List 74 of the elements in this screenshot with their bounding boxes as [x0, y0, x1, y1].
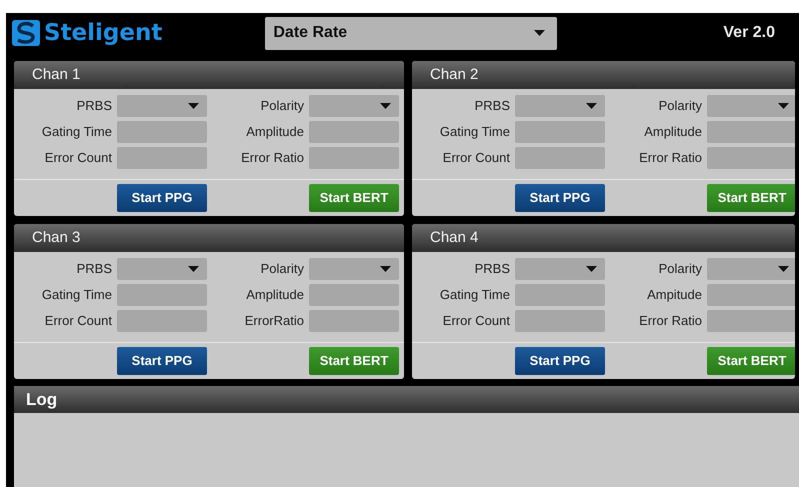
field-label: Amplitude [245, 123, 304, 142]
dropdown-field[interactable] [117, 95, 207, 117]
brand-name: Steligent [44, 18, 162, 48]
input-field[interactable] [707, 310, 795, 332]
input-field[interactable] [309, 147, 399, 169]
input-field[interactable] [117, 147, 207, 169]
start-bert-button[interactable]: Start BERT [707, 347, 795, 375]
field-label: ErrorRatio [244, 312, 304, 330]
field-label: Error Count [44, 149, 112, 168]
field-label: Polarity [658, 97, 702, 116]
field-label: Error Count [442, 312, 510, 330]
logo-icon [12, 20, 40, 46]
field-label: Error Ratio [240, 149, 304, 168]
field-label: PRBS [474, 260, 510, 278]
caret-icon [188, 266, 199, 272]
dropdown-field[interactable] [117, 258, 207, 280]
input-field[interactable] [707, 147, 795, 169]
field-label: PRBS [76, 260, 112, 278]
input-field[interactable] [309, 284, 399, 306]
input-field[interactable] [707, 284, 795, 306]
field-label: Amplitude [245, 286, 304, 304]
dropdown-field[interactable] [707, 258, 795, 280]
caret-icon [778, 266, 789, 272]
input-field[interactable] [707, 121, 795, 143]
caret-icon [534, 30, 546, 36]
field-label: Gating Time [438, 286, 510, 304]
field-label: Polarity [260, 97, 304, 116]
start-bert-button[interactable]: Start BERT [707, 184, 795, 212]
input-field[interactable] [515, 310, 605, 332]
field-label: Error Count [44, 312, 112, 330]
start-ppg-button[interactable]: Start PPG [117, 184, 207, 212]
start-ppg-button[interactable]: Start PPG [515, 184, 605, 212]
start-ppg-button[interactable]: Start PPG [515, 347, 605, 375]
field-label: Error Count [442, 149, 510, 168]
input-field[interactable] [515, 121, 605, 143]
field-label: Gating Time [40, 123, 112, 142]
version-label: Ver 2.0 [723, 23, 775, 43]
input-field[interactable] [117, 284, 207, 306]
caret-icon [586, 103, 597, 109]
input-field[interactable] [515, 147, 605, 169]
dropdown-field[interactable] [309, 258, 399, 280]
field-label: Amplitude [643, 123, 702, 142]
field-label: Polarity [260, 260, 304, 278]
panel-title: Chan 1 [32, 64, 80, 85]
field-label: Ampitude [646, 286, 702, 304]
field-label: PRBS [474, 97, 510, 116]
start-bert-button[interactable]: Start BERT [309, 184, 399, 212]
caret-icon [380, 266, 391, 272]
dropdown-field[interactable] [515, 258, 605, 280]
input-field[interactable] [309, 121, 399, 143]
start-bert-button[interactable]: Start BERT [309, 347, 399, 375]
field-label: Gating Time [438, 123, 510, 142]
data-rate-dropdown[interactable]: Date Rate [265, 16, 558, 50]
field-label: Polarity [658, 260, 702, 278]
panel-title: Chan 4 [430, 228, 478, 248]
field-label: Gating Time [40, 286, 112, 304]
field-label: PRBS [76, 97, 112, 116]
dropdown-field[interactable] [309, 95, 399, 117]
dropdown-field[interactable] [707, 95, 795, 117]
caret-icon [778, 103, 789, 109]
input-field[interactable] [117, 310, 207, 332]
caret-icon [586, 266, 597, 272]
dropdown-field[interactable] [515, 95, 605, 117]
panel-title: Chan 2 [430, 64, 478, 85]
panel-title: Chan 3 [32, 228, 80, 248]
start-ppg-button[interactable]: Start PPG [117, 347, 207, 375]
field-label: Error Ratio [638, 149, 702, 168]
log-title: Log [26, 388, 58, 411]
input-field[interactable] [515, 284, 605, 306]
caret-icon [380, 103, 391, 109]
field-label: Error Ratio [638, 312, 702, 330]
input-field[interactable] [117, 121, 207, 143]
caret-icon [188, 103, 199, 109]
input-field[interactable] [309, 310, 399, 332]
